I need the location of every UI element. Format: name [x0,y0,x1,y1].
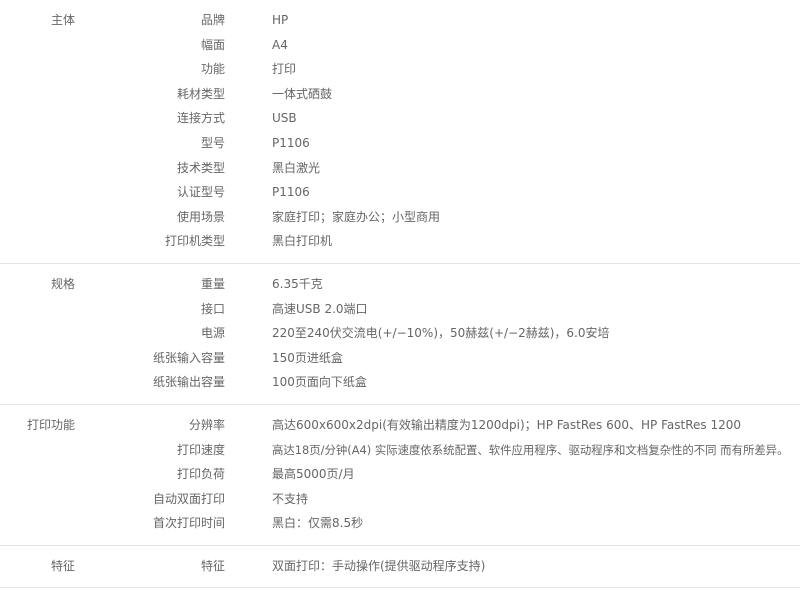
spec-row: 打印负荷 最高5000页/月 [0,462,800,487]
spec-group-main: 主体 品牌 HP 幅面 A4 功能 打印 耗材类型 一体式硒鼓 连接方式 USB [0,8,800,264]
spec-rows: 特征 双面打印：手动操作(提供驱动程序支持) [0,554,800,579]
group-title: 规格 [50,276,75,291]
spec-value: 黑白：仅需8.5秒 [272,516,364,531]
spec-value: 100页面向下纸盒 [272,375,367,390]
spec-value: 家庭打印；家庭办公；小型商用 [272,209,441,224]
spec-table: 主体 品牌 HP 幅面 A4 功能 打印 耗材类型 一体式硒鼓 连接方式 USB [0,0,800,589]
spec-label: 使用场景 [176,209,225,224]
spec-label: 打印速度 [176,442,225,457]
spec-label: 首次打印时间 [152,516,225,531]
spec-row: 使用场景 家庭打印；家庭办公；小型商用 [0,205,800,230]
spec-label: 纸张输入容量 [152,350,225,365]
spec-label: 型号 [200,135,225,150]
spec-value: HP [272,13,289,27]
spec-value: P1106 [272,185,310,200]
spec-value: A4 [272,37,288,52]
spec-row: 打印机类型 黑白打印机 [0,229,800,254]
spec-row: 打印速度 高达18页/分钟(A4) 实际速度依系统配置、软件应用程序、驱动程序和… [0,438,800,463]
spec-value: 双面打印：手动操作(提供驱动程序支持) [272,558,486,573]
spec-label: 幅面 [200,37,225,52]
spec-value: USB [272,111,297,126]
spec-group-specs: 规格 重量 6.35千克 接口 高速USB 2.0端口 电源 220至240伏交… [0,272,800,405]
spec-label: 接口 [200,301,225,316]
spec-value: 黑白打印机 [272,234,333,249]
spec-rows: 分辨率 高达600x600x2dpi(有效输出精度为1200dpi)；HP Fa… [0,413,800,536]
group-title: 特征 [50,558,75,573]
spec-row: 功能 打印 [0,57,800,82]
spec-value: 高达18页/分钟(A4) 实际速度依系统配置、软件应用程序、驱动程序和文档复杂性… [272,442,789,457]
spec-row: 耗材类型 一体式硒鼓 [0,82,800,107]
spec-label: 功能 [200,62,225,77]
spec-row: 幅面 A4 [0,33,800,58]
spec-label: 认证型号 [176,185,225,200]
spec-row: 重量 6.35千克 [0,272,800,297]
spec-row: 自动双面打印 不支持 [0,487,800,512]
spec-value: 高速USB 2.0端口 [272,301,368,316]
spec-group-features: 特征 特征 双面打印：手动操作(提供驱动程序支持) [0,554,800,589]
group-title: 打印功能 [26,417,75,432]
spec-label: 打印负荷 [176,467,225,482]
spec-row: 纸张输入容量 150页进纸盒 [0,346,800,371]
group-title: 主体 [50,13,75,27]
spec-value: 最高5000页/月 [272,467,355,482]
spec-row: 品牌 HP [0,8,800,33]
spec-row: 电源 220至240伏交流电(+/−10%)，50赫兹(+/−2赫兹)，6.0安… [0,321,800,346]
spec-value: 220至240伏交流电(+/−10%)，50赫兹(+/−2赫兹)，6.0安培 [272,326,610,341]
spec-rows: 品牌 HP 幅面 A4 功能 打印 耗材类型 一体式硒鼓 连接方式 USB 型号… [0,8,800,254]
spec-label: 电源 [200,326,225,341]
spec-value: 黑白激光 [272,160,321,175]
spec-row: 分辨率 高达600x600x2dpi(有效输出精度为1200dpi)；HP Fa… [0,413,800,438]
spec-row: 认证型号 P1106 [0,180,800,205]
spec-value: P1106 [272,135,310,150]
spec-row: 技术类型 黑白激光 [0,156,800,181]
spec-label: 纸张输出容量 [152,375,225,390]
spec-row: 首次打印时间 黑白：仅需8.5秒 [0,511,800,536]
spec-label: 技术类型 [176,160,225,175]
spec-value: 不支持 [272,491,309,506]
spec-label: 连接方式 [176,111,225,126]
spec-value: 150页进纸盒 [272,350,343,365]
spec-row: 特征 双面打印：手动操作(提供驱动程序支持) [0,554,800,579]
spec-row: 接口 高速USB 2.0端口 [0,297,800,322]
spec-rows: 重量 6.35千克 接口 高速USB 2.0端口 电源 220至240伏交流电(… [0,272,800,395]
spec-group-print-features: 打印功能 分辨率 高达600x600x2dpi(有效输出精度为1200dpi)；… [0,413,800,546]
spec-label: 打印机类型 [164,234,225,249]
spec-row: 连接方式 USB [0,106,800,131]
spec-value: 6.35千克 [272,276,323,291]
spec-value: 高达600x600x2dpi(有效输出精度为1200dpi)；HP FastRe… [272,417,741,432]
spec-row: 纸张输出容量 100页面向下纸盒 [0,370,800,395]
spec-label: 耗材类型 [176,86,225,101]
spec-label: 自动双面打印 [152,491,225,506]
spec-value: 一体式硒鼓 [272,86,333,101]
spec-value: 打印 [272,62,297,77]
spec-row: 型号 P1106 [0,131,800,156]
